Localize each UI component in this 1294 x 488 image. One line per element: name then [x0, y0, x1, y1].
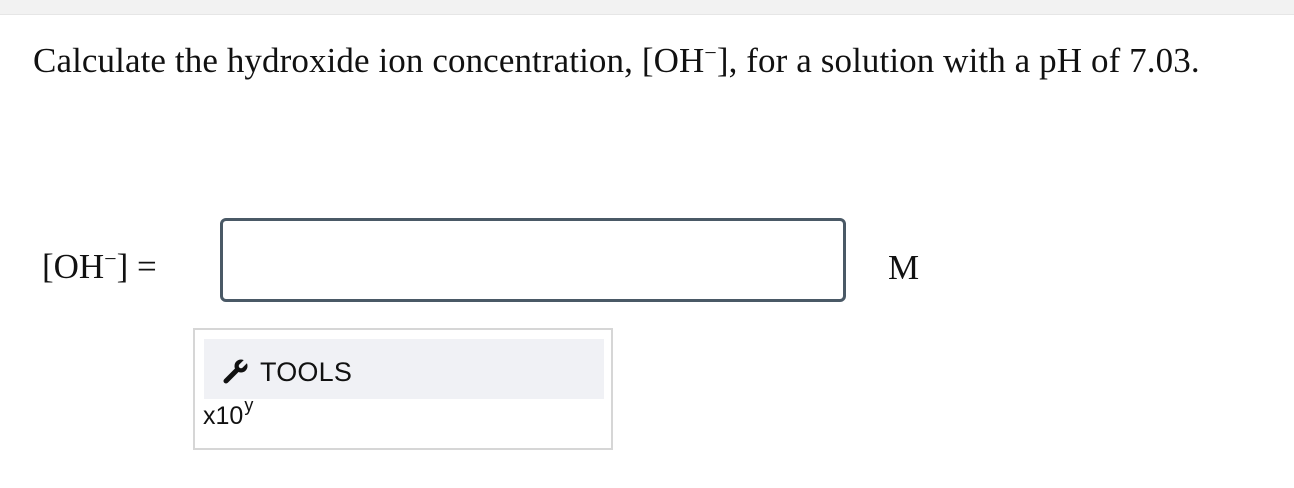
unit-label: M	[888, 248, 920, 287]
tools-button[interactable]: TOOLS	[204, 339, 604, 399]
question-superscript: −	[704, 40, 717, 65]
sci-exponent: y	[244, 395, 254, 415]
wrench-icon	[223, 358, 249, 384]
tools-label: TOOLS	[260, 357, 353, 387]
question-card: Calculate the hydroxide ion concentratio…	[0, 14, 1294, 488]
answer-label: [OH−] =	[42, 247, 157, 287]
answer-label-after: ] =	[116, 247, 157, 286]
question-text-before: Calculate the hydroxide ion concentratio…	[33, 41, 705, 80]
answer-input[interactable]	[220, 218, 846, 302]
answer-label-before: [OH	[42, 247, 105, 286]
answer-label-superscript: −	[104, 246, 117, 271]
sci-base: x10	[203, 402, 244, 430]
tools-panel: TOOLS x10y	[193, 328, 613, 450]
question-text-after: ], for a solution with a pH of 7.03.	[716, 41, 1200, 80]
question-text: Calculate the hydroxide ion concentratio…	[33, 41, 1200, 81]
scientific-notation-button[interactable]: x10y	[203, 396, 253, 431]
